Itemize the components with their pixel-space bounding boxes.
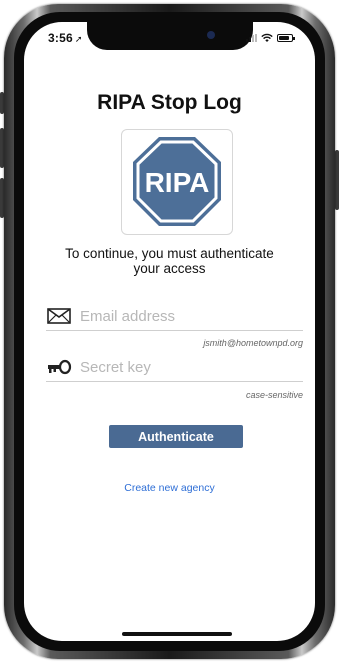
authenticate-button[interactable]: Authenticate [109,425,243,448]
front-camera-icon [207,31,215,39]
phone-power-button [335,150,339,210]
cellular-signal-icon [246,34,257,42]
battery-icon [277,34,295,42]
ripa-logo: RIPA [121,129,233,235]
stop-sign-icon: RIPA [133,137,221,226]
location-arrow-icon: ➚ [74,34,83,44]
email-input[interactable] [80,304,300,328]
app-title: RIPA Stop Log [97,91,242,114]
envelope-icon [47,308,71,324]
key-icon [48,359,72,375]
create-new-agency-link[interactable]: Create new agency [24,482,315,494]
logo-text: RIPA [145,167,210,198]
wifi-icon [261,33,273,42]
email-hint: jsmith@hometownpd.org [203,338,303,348]
phone-mockup: 3:56 ➚ RIPA Stop Log RIPA To continue, yo… [0,0,339,663]
phone-screen: 3:56 ➚ RIPA Stop Log RIPA To continue, yo… [24,22,315,641]
email-field-row [46,302,303,331]
secret-key-input[interactable] [80,355,300,379]
status-time: 3:56 ➚ [48,31,83,45]
phone-notch [87,22,253,50]
secret-hint: case-sensitive [245,390,303,400]
secret-field-row [46,353,303,382]
status-time-text: 3:56 [48,31,73,45]
auth-message: To continue, you must authenticate your … [65,246,274,276]
status-icons [246,33,295,42]
home-indicator[interactable] [122,632,232,636]
